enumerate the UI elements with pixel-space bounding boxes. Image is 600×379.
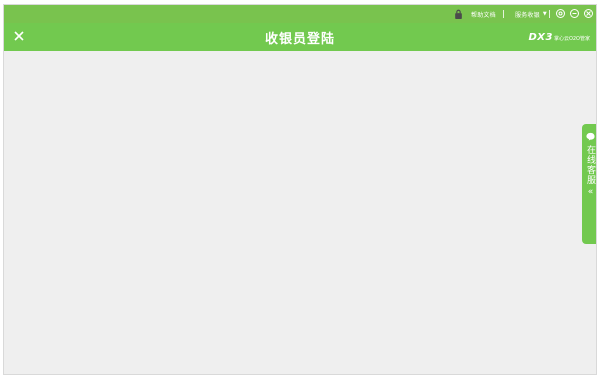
title-bar: 收银员登陆 DX3 掌心云O2O管家 bbox=[4, 23, 596, 51]
app-window: 帮助文档 服务收银 ▼ 收银员登陆 DX3 掌心云O2O管家 在线客服 « bbox=[3, 4, 597, 375]
minimize-icon bbox=[572, 13, 577, 14]
service-menu-label: 服务收银 bbox=[515, 11, 540, 19]
online-service-label: 在线客服 bbox=[585, 145, 595, 185]
close-icon bbox=[586, 11, 591, 16]
minimize-button[interactable] bbox=[570, 9, 579, 18]
gear-icon bbox=[558, 11, 563, 16]
brand-subtitle: 掌心云O2O管家 bbox=[553, 36, 590, 42]
page-title: 收银员登陆 bbox=[264, 31, 335, 47]
lock-icon bbox=[455, 9, 462, 19]
double-chevron-left-icon: « bbox=[587, 187, 594, 197]
window-close-button[interactable] bbox=[584, 9, 593, 18]
online-service-tab[interactable]: 在线客服 « bbox=[582, 124, 596, 244]
top-toolbar: 帮助文档 服务收银 ▼ bbox=[4, 5, 596, 23]
toolbar-divider bbox=[503, 10, 504, 18]
brand-logo-text: DX3 bbox=[528, 31, 553, 43]
main-content bbox=[4, 51, 596, 374]
chat-bubble-icon bbox=[586, 132, 595, 141]
settings-button[interactable] bbox=[556, 9, 565, 18]
service-menu[interactable]: 服务收银 ▼ bbox=[515, 5, 547, 23]
brand-logo: DX3 掌心云O2O管家 bbox=[528, 23, 590, 51]
help-docs-link[interactable]: 帮助文档 bbox=[471, 5, 496, 23]
chevron-down-icon: ▼ bbox=[542, 11, 547, 17]
toolbar-divider bbox=[549, 10, 550, 18]
